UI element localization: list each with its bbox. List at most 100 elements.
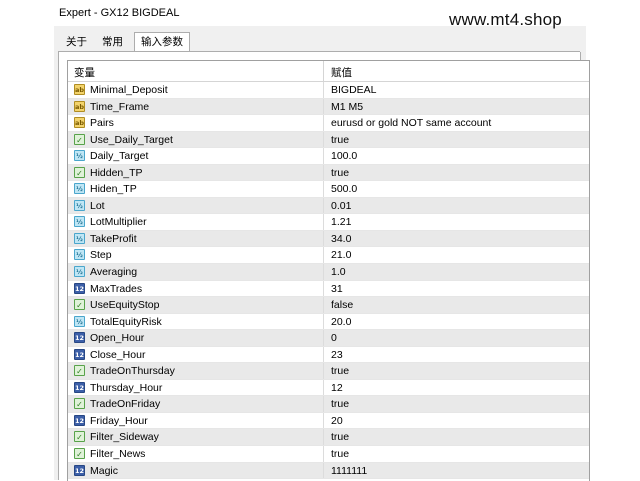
column-header-value[interactable]: 赋值	[331, 65, 352, 80]
parameter-name: UseEquityStop	[90, 299, 160, 312]
parameter-name: Daily_Target	[90, 150, 149, 163]
table-row[interactable]: ½ TakeProfit 34.0	[68, 230, 589, 248]
cell-divider	[323, 247, 324, 264]
parameter-value[interactable]: true	[331, 365, 349, 377]
table-row[interactable]: ✓ Filter_Sideway true	[68, 429, 589, 447]
int-type-icon: 123	[74, 348, 85, 360]
parameter-value[interactable]: 100.0	[331, 150, 357, 162]
double-type-icon: ½	[74, 150, 85, 162]
parameter-value[interactable]: 20	[331, 415, 343, 427]
parameter-value[interactable]: true	[331, 448, 349, 460]
parameter-name: TradeOnFriday	[90, 398, 161, 411]
table-row[interactable]: ab Time_Frame M1 M5	[68, 98, 589, 116]
parameter-name: Pairs	[90, 117, 114, 130]
table-row[interactable]: ✓ Use_Daily_Target true	[68, 131, 589, 149]
parameter-value[interactable]: 1111111	[331, 465, 367, 477]
table-row[interactable]: ✓ TradeOnFriday true	[68, 396, 589, 413]
cell-divider	[323, 429, 324, 446]
table-row[interactable]: ½ Step 21.0	[68, 247, 589, 265]
int-type-icon: 123	[74, 332, 85, 344]
tab-bar: 关于 常用 输入参数	[58, 32, 578, 53]
table-row[interactable]: 123 Close_Hour 23	[68, 346, 589, 364]
bool-type-icon: ✓	[74, 166, 85, 178]
parameter-name: Hidden_TP	[90, 166, 143, 179]
table-row[interactable]: ✓ Hidden_TP true	[68, 164, 589, 182]
int-type-icon: 123	[74, 282, 85, 294]
parameter-name: LotMultiplier	[90, 216, 147, 229]
parameter-value[interactable]: 0.01	[331, 200, 351, 212]
cell-divider	[323, 230, 324, 247]
parameter-value[interactable]: true	[331, 431, 349, 443]
parameter-name: Filter_News	[90, 448, 146, 461]
table-row[interactable]: ½ TotalEquityRisk 20.0	[68, 313, 589, 331]
parameter-name: Lot	[90, 199, 105, 212]
tab-about[interactable]: 关于	[60, 34, 93, 51]
cell-divider	[323, 181, 324, 197]
table-header: 变量 赋值	[68, 61, 589, 82]
double-type-icon: ½	[74, 266, 85, 278]
parameter-value[interactable]: BIGDEAL	[331, 84, 377, 96]
parameter-name: TradeOnThursday	[90, 365, 175, 378]
parameter-value[interactable]: 12	[331, 382, 343, 394]
double-type-icon: ½	[74, 249, 85, 261]
parameter-value[interactable]: 500.0	[331, 183, 357, 195]
cell-divider	[323, 148, 324, 164]
parameter-value[interactable]: 21.0	[331, 249, 351, 261]
parameter-name: Thursday_Hour	[90, 381, 163, 394]
expert-properties-dialog: Expert - GX12 BIGDEAL www.mt4.shop 关于 常用…	[54, 0, 590, 481]
table-row[interactable]: ✓ Filter_News true	[68, 446, 589, 463]
parameter-value[interactable]: false	[331, 299, 353, 311]
string-type-icon: ab	[74, 117, 85, 129]
parameter-value[interactable]: 23	[331, 349, 343, 361]
string-type-icon: ab	[74, 100, 85, 112]
watermark-text: www.mt4.shop	[449, 10, 562, 29]
table-row[interactable]: ✓ TradeOnThursday true	[68, 363, 589, 380]
cell-divider	[323, 363, 324, 379]
parameter-value[interactable]: 31	[331, 283, 343, 295]
parameter-name: Open_Hour	[90, 332, 145, 345]
parameter-name: Use_Daily_Target	[90, 133, 173, 146]
table-row[interactable]: ½ Hiden_TP 500.0	[68, 181, 589, 198]
parameter-value[interactable]: 1.0	[331, 266, 346, 278]
cell-divider	[323, 115, 324, 131]
table-row[interactable]: ½ LotMultiplier 1.21	[68, 214, 589, 231]
parameter-value[interactable]: eurusd or gold NOT same account	[331, 117, 491, 129]
tab-common[interactable]: 常用	[96, 34, 129, 51]
table-row[interactable]: ½ Lot 0.01	[68, 197, 589, 215]
parameter-value[interactable]: true	[331, 398, 349, 410]
parameter-value[interactable]: 20.0	[331, 316, 351, 328]
table-row[interactable]: 123 Open_Hour 0	[68, 330, 589, 347]
table-row[interactable]: ab Pairs eurusd or gold NOT same account	[68, 115, 589, 132]
column-header-variable[interactable]: 变量	[74, 65, 95, 80]
parameter-value[interactable]: 34.0	[331, 233, 351, 245]
tab-inputs[interactable]: 输入参数	[134, 32, 190, 53]
parameter-value[interactable]: 1.21	[331, 216, 351, 228]
cell-divider	[323, 131, 324, 148]
parameter-value[interactable]: M1 M5	[331, 101, 363, 113]
cell-divider	[323, 462, 324, 479]
table-row[interactable]: ✓ UseEquityStop false	[68, 297, 589, 314]
table-row[interactable]: ab Minimal_Deposit BIGDEAL	[68, 82, 589, 99]
double-type-icon: ½	[74, 232, 85, 244]
table-row[interactable]: 123 MaxTrades 31	[68, 280, 589, 298]
table-row[interactable]: 123 Magic 1111111	[68, 462, 589, 480]
table-row[interactable]: 123 Thursday_Hour 12	[68, 379, 589, 397]
cell-divider	[323, 280, 324, 297]
parameter-value[interactable]: true	[331, 167, 349, 179]
parameter-value[interactable]: true	[331, 134, 349, 146]
column-divider[interactable]	[323, 61, 324, 81]
table-row[interactable]: 123 Friday_Hour 20	[68, 412, 589, 430]
table-row[interactable]: ½ Daily_Target 100.0	[68, 148, 589, 165]
parameter-name: Filter_Sideway	[90, 431, 159, 444]
window-title: Expert - GX12 BIGDEAL	[59, 7, 180, 19]
cell-divider	[323, 214, 324, 230]
int-type-icon: 123	[74, 464, 85, 476]
table-body: ab Minimal_Deposit BIGDEAL ab Time_Frame M1 M…	[68, 82, 589, 480]
parameter-value[interactable]: 0	[331, 332, 337, 344]
parameter-name: Magic	[90, 464, 119, 477]
double-type-icon: ½	[74, 199, 85, 211]
table-row[interactable]: ½ Averaging 1.0	[68, 264, 589, 281]
parameters-table: 变量 赋值 ab Minimal_Deposit BIGDEAL ab Time_Fra…	[67, 60, 590, 481]
parameter-name: TotalEquityRisk	[90, 315, 162, 328]
left-margin	[0, 0, 54, 480]
